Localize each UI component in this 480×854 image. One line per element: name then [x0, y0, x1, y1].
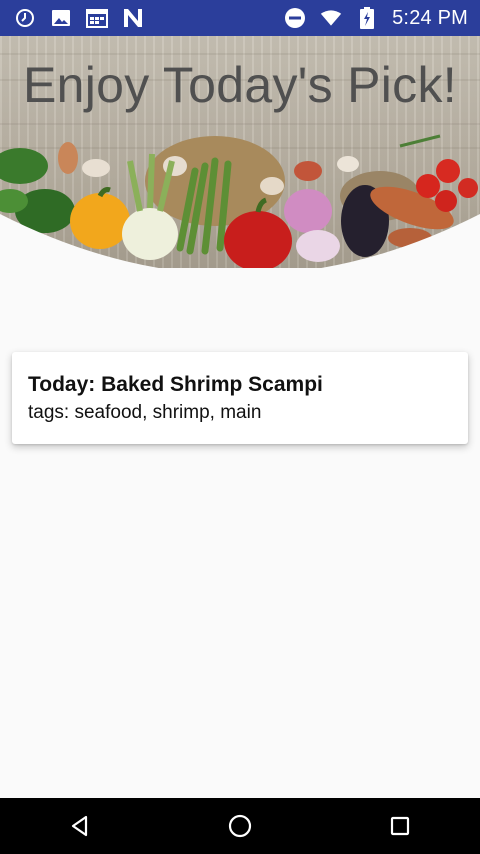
- recipe-title: Today: Baked Shrimp Scampi: [28, 373, 323, 396]
- recipe-tags: tags: seafood, shrimp, main: [28, 402, 262, 423]
- status-time: 5:24 PM: [392, 6, 468, 29]
- navigation-bar: [0, 798, 480, 854]
- header-title: Enjoy Today's Pick!: [23, 57, 457, 113]
- home-button[interactable]: [210, 798, 270, 854]
- home-icon: [228, 814, 252, 838]
- back-button[interactable]: [50, 798, 110, 854]
- battery-charging-icon: [356, 7, 378, 29]
- status-notifications: [0, 7, 144, 29]
- recipe-card[interactable]: Today: Baked Shrimp Scampi tags: seafood…: [12, 352, 468, 444]
- recents-icon: [390, 816, 410, 836]
- status-bar: 5:24 PM: [0, 0, 480, 36]
- image-icon: [50, 7, 72, 29]
- status-system: 5:24 PM: [284, 7, 480, 30]
- calendar-icon: [86, 7, 108, 29]
- clock-icon: [14, 7, 36, 29]
- header-banner: Enjoy Today's Pick!: [0, 36, 480, 268]
- n-logo-icon: [122, 7, 144, 29]
- back-icon: [71, 815, 88, 837]
- do-not-disturb-icon: [284, 7, 306, 29]
- wifi-icon: [320, 7, 342, 29]
- recents-button[interactable]: [370, 798, 430, 854]
